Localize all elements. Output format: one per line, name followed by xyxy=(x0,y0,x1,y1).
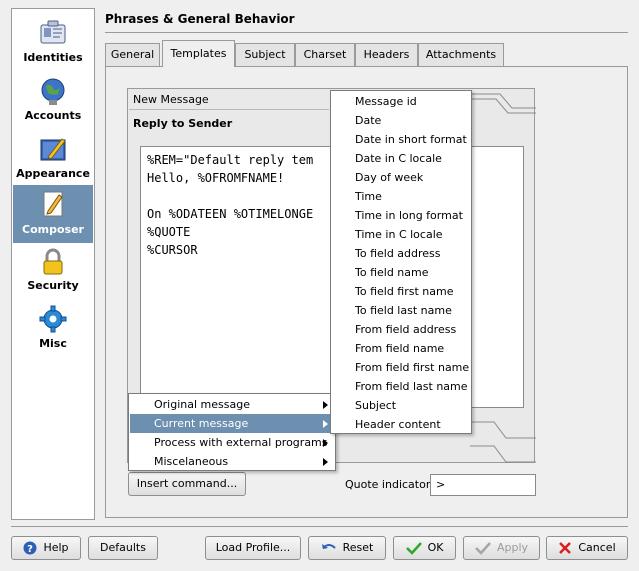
menu-item-label: Process with external programs xyxy=(154,436,328,449)
help-icon: ? xyxy=(23,541,37,555)
sidebar-item-label: Security xyxy=(27,279,79,292)
tab-templates[interactable]: Templates xyxy=(162,40,235,67)
tree-connector-decoration xyxy=(470,421,536,463)
quote-indicator-input[interactable]: > xyxy=(430,474,536,496)
ok-button[interactable]: OK xyxy=(393,536,456,560)
submenu-item[interactable]: From field name xyxy=(332,339,470,358)
sidebar-item-accounts[interactable]: Accounts xyxy=(13,75,93,131)
submenu-item[interactable]: Date in short format xyxy=(332,130,470,149)
button-label: Insert command... xyxy=(136,477,238,490)
tab-subject[interactable]: Subject xyxy=(235,43,295,66)
help-button[interactable]: ? Help xyxy=(11,536,81,560)
tab-label: Headers xyxy=(363,48,410,61)
tab-label: Subject xyxy=(244,48,286,61)
template-title: Reply to Sender xyxy=(133,117,233,130)
sidebar-item-label: Appearance xyxy=(16,167,90,180)
sidebar-item-label: Identities xyxy=(23,51,83,64)
submenu-item[interactable]: From field last name xyxy=(332,377,470,396)
menu-item-label: Miscelaneous xyxy=(154,455,229,468)
security-icon xyxy=(43,248,63,275)
submenu-item[interactable]: Day of week xyxy=(332,168,470,187)
cancel-button[interactable]: Cancel xyxy=(546,536,628,560)
button-label: Cancel xyxy=(578,541,616,554)
tab-label: General xyxy=(110,48,155,61)
reset-icon xyxy=(321,544,336,549)
sidebar-item-label: Misc xyxy=(39,337,67,350)
page-title: Phrases & General Behavior xyxy=(105,12,295,26)
defaults-button[interactable]: Defaults xyxy=(88,536,158,560)
submenu-item[interactable]: To field name xyxy=(332,263,470,282)
tab-attachments[interactable]: Attachments xyxy=(418,43,504,66)
quote-indicator-label: Quote indicator: xyxy=(345,478,434,491)
menu-item-original-message[interactable]: Original message xyxy=(130,395,334,414)
submenu-arrow-icon xyxy=(323,458,328,466)
check-icon xyxy=(475,542,491,555)
submenu-item[interactable]: Header content xyxy=(332,415,470,434)
load-profile-button[interactable]: Load Profile... xyxy=(205,536,301,560)
tab-label: Charset xyxy=(303,48,347,61)
insert-command-button[interactable]: Insert command... xyxy=(128,472,246,496)
tab-general[interactable]: General xyxy=(105,43,160,66)
submenu-item[interactable]: Time xyxy=(332,187,470,206)
menu-item-label: Current message xyxy=(154,417,249,430)
tab-headers[interactable]: Headers xyxy=(355,43,418,66)
submenu-item[interactable]: From field address xyxy=(332,320,470,339)
sidebar-item-appearance[interactable]: Appearance xyxy=(13,133,93,189)
submenu-arrow-icon xyxy=(323,401,328,409)
sidebar-item-composer[interactable]: Composer xyxy=(13,185,93,243)
close-icon xyxy=(559,542,572,554)
button-label: Reset xyxy=(342,541,374,554)
sidebar-item-label: Composer xyxy=(22,223,84,236)
submenu-item[interactable]: To field last name xyxy=(332,301,470,320)
button-label: Help xyxy=(43,541,69,554)
accounts-icon xyxy=(41,78,65,105)
svg-text:?: ? xyxy=(28,544,34,555)
check-icon xyxy=(405,542,422,555)
reset-button[interactable]: Reset xyxy=(308,536,386,560)
composer-icon xyxy=(43,191,63,217)
button-label: OK xyxy=(427,541,444,554)
button-label: Apply xyxy=(496,541,529,554)
insert-command-menu: Original message Current message Process… xyxy=(128,393,336,471)
button-label: Defaults xyxy=(100,541,146,554)
tab-label: Attachments xyxy=(425,48,497,61)
tab-label: Templates xyxy=(170,47,227,60)
menu-item-current-message[interactable]: Current message xyxy=(130,414,334,433)
menu-item-process-external[interactable]: Process with external programs xyxy=(130,433,334,452)
submenu-item[interactable]: Time in long format xyxy=(332,206,470,225)
sidebar-item-misc[interactable]: Misc xyxy=(13,303,93,359)
submenu-item[interactable]: Date in C locale xyxy=(332,149,470,168)
sidebar: Identities Accounts Appearance Composer … xyxy=(11,8,95,520)
divider xyxy=(105,32,628,33)
submenu-item[interactable]: Message id xyxy=(332,92,470,111)
current-message-submenu: Message id Date Date in short format Dat… xyxy=(330,90,472,434)
submenu-item[interactable]: Time in C locale xyxy=(332,225,470,244)
sidebar-item-identities[interactable]: Identities xyxy=(13,17,93,73)
tab-charset[interactable]: Charset xyxy=(295,43,355,66)
sidebar-item-label: Accounts xyxy=(24,109,82,122)
divider xyxy=(11,526,628,527)
tree-connector-decoration xyxy=(470,93,536,114)
submenu-arrow-icon xyxy=(323,420,328,428)
apply-button[interactable]: Apply xyxy=(463,536,540,560)
misc-icon xyxy=(39,305,67,333)
sidebar-item-security[interactable]: Security xyxy=(13,245,93,301)
menu-item-label: Original message xyxy=(154,398,250,411)
submenu-item[interactable]: To field address xyxy=(332,244,470,263)
menu-item-miscelaneous[interactable]: Miscelaneous xyxy=(130,452,334,471)
submenu-item[interactable]: Subject xyxy=(332,396,470,415)
appearance-icon xyxy=(40,138,66,161)
submenu-item[interactable]: To field first name xyxy=(332,282,470,301)
submenu-item[interactable]: Date xyxy=(332,111,470,130)
button-label: Load Profile... xyxy=(215,541,291,554)
submenu-item[interactable]: From field first name xyxy=(332,358,470,377)
submenu-arrow-icon xyxy=(323,439,328,447)
settings-dialog: Identities Accounts Appearance Composer … xyxy=(0,0,639,571)
identities-icon xyxy=(40,20,66,44)
template-list-item[interactable]: New Message xyxy=(129,90,329,110)
